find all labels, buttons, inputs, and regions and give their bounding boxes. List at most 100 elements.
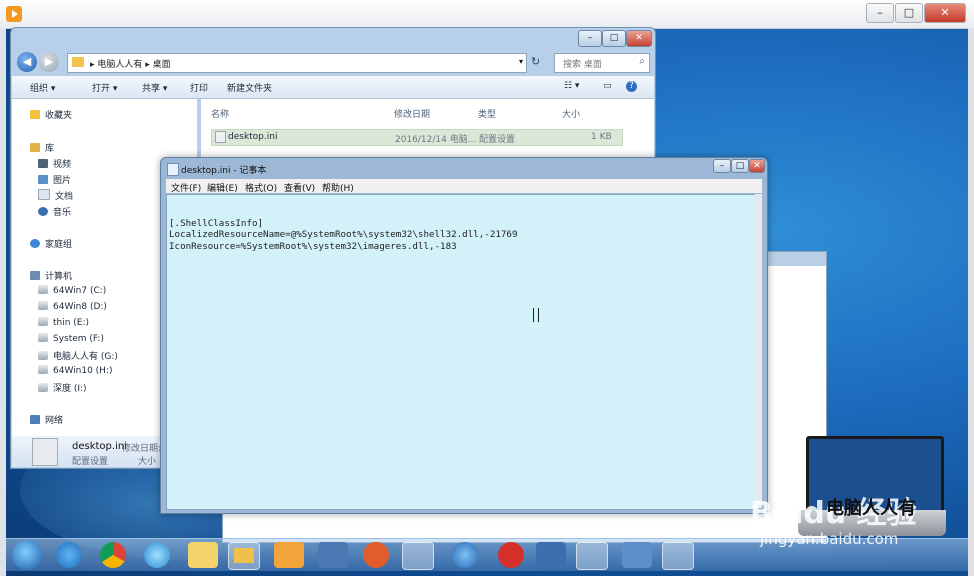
explorer-minimize-button[interactable]: –	[578, 30, 602, 47]
tool-icon[interactable]	[536, 542, 566, 568]
details-file-icon	[32, 438, 58, 466]
breadcrumb-root[interactable]: 电脑人人有	[97, 60, 142, 70]
forward-button[interactable]: ▶	[39, 52, 59, 72]
nav-favorites[interactable]: 收藏夹	[30, 108, 72, 121]
ie-icon[interactable]	[56, 542, 82, 568]
open-button[interactable]: 打开 ▾	[92, 81, 117, 94]
player-frame-right	[968, 28, 974, 576]
details-size-label: 大小	[138, 457, 157, 467]
nav-network[interactable]: 网络	[30, 413, 63, 426]
notes-icon[interactable]	[188, 542, 218, 568]
drive-icon	[38, 351, 48, 360]
nav-music-label: 音乐	[53, 208, 72, 218]
notepad-minimize-button[interactable]: –	[713, 159, 731, 173]
player-taskbar-icon[interactable]	[274, 542, 304, 568]
watermark-overlay-text: 电脑人人有	[826, 498, 916, 519]
notepad-scrollbar[interactable]	[755, 194, 762, 508]
nav-libraries[interactable]: 库	[30, 141, 54, 154]
refresh-icon[interactable]: ↻	[531, 55, 540, 68]
nav-homegroup[interactable]: 家庭组	[30, 237, 72, 250]
drive-icon	[38, 383, 48, 392]
p-app-icon[interactable]	[363, 542, 389, 568]
star-icon	[30, 110, 40, 119]
view-options-icon[interactable]: ☷ ▾	[564, 81, 579, 91]
explorer-taskbar-button[interactable]	[228, 542, 260, 570]
share-button[interactable]: 共享 ▾	[142, 81, 167, 94]
new-folder-button[interactable]: 新建文件夹	[227, 81, 272, 94]
chess-icon[interactable]	[498, 542, 524, 568]
nav-drive-h-label: 64Win10 (H:)	[53, 366, 113, 376]
breadcrumb-desktop[interactable]: 桌面	[153, 60, 171, 70]
music-icon	[38, 207, 48, 216]
file-name: desktop.ini	[228, 132, 278, 142]
watermark-url: jingyan.baidu.com	[760, 530, 899, 548]
media-icon[interactable]	[452, 542, 478, 568]
back-button[interactable]: ◀	[17, 52, 37, 72]
nav-drive-d[interactable]: 64Win8 (D:)	[38, 301, 107, 312]
maximize-button[interactable]: □	[895, 3, 923, 23]
column-date[interactable]: 修改日期	[394, 107, 430, 120]
menu-help[interactable]: 帮助(H)	[322, 181, 354, 194]
nav-computer[interactable]: 计算机	[30, 269, 72, 282]
address-dropdown-icon[interactable]: ▾	[519, 57, 523, 66]
library-icon	[30, 143, 40, 152]
menu-format[interactable]: 格式(O)	[245, 181, 277, 194]
menu-file[interactable]: 文件(F)	[171, 181, 201, 194]
drive-icon	[38, 333, 48, 342]
nav-drive-d-label: 64Win8 (D:)	[53, 302, 107, 312]
nav-videos-label: 视频	[53, 160, 72, 170]
recorder-taskbar-button[interactable]	[662, 542, 694, 570]
nav-videos[interactable]: 视频	[38, 157, 71, 170]
column-type[interactable]: 类型	[478, 107, 496, 120]
nav-music[interactable]: 音乐	[38, 205, 71, 218]
nav-documents-label: 文档	[55, 192, 74, 202]
player-app-icon[interactable]	[6, 6, 22, 22]
address-bar[interactable]: ▸ 电脑人人有 ▸ 桌面 ▾	[67, 53, 527, 73]
address-row: ◀ ▶ ▸ 电脑人人有 ▸ 桌面 ▾ ↻ 搜索 桌面 ⌕	[11, 50, 655, 74]
nav-drive-i[interactable]: 深度 (I:)	[38, 381, 87, 394]
folder-icon	[72, 57, 84, 67]
file-date: 2016/12/14 电脑...	[395, 135, 477, 145]
menu-view[interactable]: 查看(V)	[284, 181, 315, 194]
minimize-button[interactable]: –	[866, 3, 894, 23]
nav-documents[interactable]: 文档	[38, 189, 73, 202]
explorer-close-button[interactable]: ✕	[626, 30, 652, 47]
print-button[interactable]: 打印	[190, 81, 208, 94]
nav-drive-f[interactable]: System (F:)	[38, 333, 104, 344]
column-size[interactable]: 大小	[562, 107, 580, 120]
drive-icon	[38, 317, 48, 326]
nav-favorites-label: 收藏夹	[45, 111, 73, 121]
close-button[interactable]: ✕	[924, 3, 966, 23]
paint-taskbar-button[interactable]	[402, 542, 434, 570]
notepad-menu-bar: 文件(F) 编辑(E) 格式(O) 查看(V) 帮助(H)	[166, 179, 762, 194]
nav-drive-g-label: 电脑人人有 (G:)	[53, 352, 118, 362]
start-button[interactable]	[12, 540, 42, 570]
explorer-maximize-button[interactable]: □	[602, 30, 626, 47]
explorer-toolbar: 组织 ▾ 打开 ▾ 共享 ▾ 打印 新建文件夹 ☷ ▾ ▭ ?	[12, 76, 654, 99]
column-name[interactable]: 名称	[211, 107, 229, 120]
notepad-taskbar-button[interactable]	[576, 542, 608, 570]
chrome-icon[interactable]	[100, 542, 126, 568]
player-title-bar: – □ ✕	[0, 0, 974, 29]
image-viewer-icon[interactable]	[622, 542, 652, 568]
help-icon[interactable]: ?	[626, 81, 637, 92]
notepad-maximize-button[interactable]: □	[731, 159, 749, 173]
browser-icon[interactable]	[144, 542, 170, 568]
explorer-title-bar[interactable]: – □ ✕	[11, 28, 655, 50]
notepad-close-button[interactable]: ✕	[749, 159, 765, 173]
nav-drive-h[interactable]: 64Win10 (H:)	[38, 365, 113, 376]
nav-pictures[interactable]: 图片	[38, 173, 71, 186]
nav-libraries-label: 库	[45, 144, 55, 154]
preview-pane-icon[interactable]: ▭	[603, 81, 612, 91]
nav-pictures-label: 图片	[53, 176, 72, 186]
organize-button[interactable]: 组织 ▾	[30, 81, 55, 94]
menu-edit[interactable]: 编辑(E)	[207, 181, 238, 194]
search-input[interactable]: 搜索 桌面 ⌕	[554, 53, 650, 73]
file-row-desktop-ini[interactable]: desktop.ini 2016/12/14 电脑... 配置设置 1 KB	[211, 129, 623, 146]
remote-icon[interactable]	[318, 542, 348, 568]
nav-drive-c[interactable]: 64Win7 (C:)	[38, 285, 106, 296]
file-type: 配置设置	[479, 135, 516, 145]
nav-drive-g[interactable]: 电脑人人有 (G:)	[38, 349, 118, 362]
nav-drive-e[interactable]: thin (E:)	[38, 317, 89, 328]
notepad-text-area[interactable]: [.ShellClassInfo] LocalizedResourceName=…	[166, 194, 757, 510]
